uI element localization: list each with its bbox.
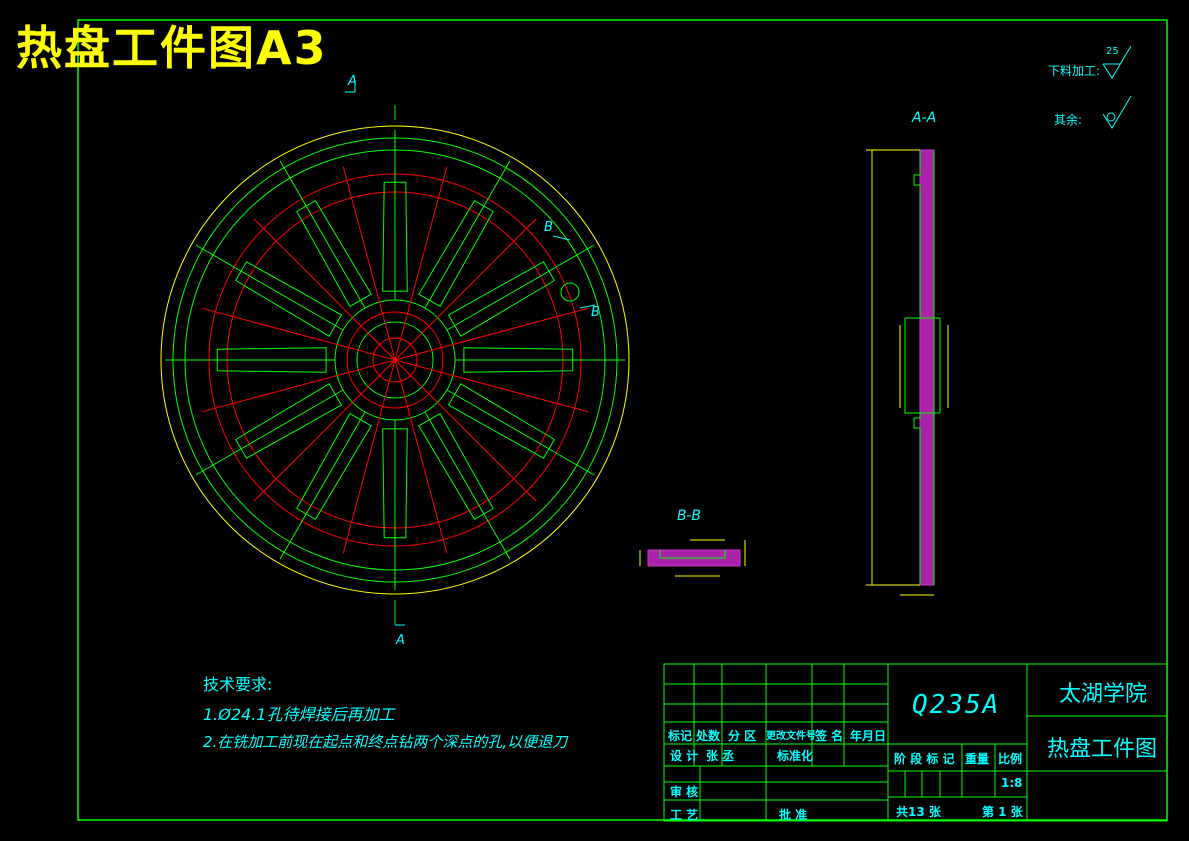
- process-label: 工 艺: [670, 808, 699, 822]
- roughness-blank-label: 下料加工:: [1048, 64, 1101, 78]
- section-aa-view: [866, 149, 949, 596]
- header-date-label: 年月日: [850, 729, 887, 743]
- header-count-label: 处数: [696, 729, 721, 743]
- center-ray: [342, 166, 396, 361]
- radial-line: [195, 244, 344, 331]
- roughness-blank-value: 25: [1106, 46, 1119, 57]
- drawing-canvas: [77, 19, 1168, 822]
- standard-label: 标准化: [777, 749, 814, 763]
- radial-line: [424, 160, 511, 309]
- radial-line: [195, 389, 344, 476]
- roughness-other-label: 其余:: [1054, 113, 1083, 127]
- radial-line: [279, 411, 366, 560]
- center-ray: [394, 307, 589, 361]
- design-label: 设 计: [670, 749, 699, 763]
- section-aa-title: A-A: [912, 110, 937, 126]
- scale-value: 1:8: [1001, 776, 1023, 790]
- school-name: 太湖学院: [1059, 682, 1148, 707]
- weight-label: 重量: [965, 752, 990, 766]
- section-bb-view: [639, 539, 746, 577]
- center-ray: [342, 359, 396, 554]
- center-ray: [201, 307, 396, 361]
- center-ray: [253, 218, 396, 361]
- radial-line: [424, 411, 511, 560]
- material-label: Q235A: [912, 690, 1001, 720]
- tech-notes-heading: 技术要求:: [203, 675, 273, 694]
- radial-line: [446, 244, 595, 331]
- section-a-top-mark: A: [348, 74, 357, 89]
- drawing-frame: [77, 19, 1168, 821]
- sheets-total: 共13 张: [896, 805, 941, 819]
- center-ray: [253, 359, 396, 502]
- center-ray: [394, 359, 448, 554]
- tech-note-1: 1.Ø24.1孔待焊接后再加工: [203, 705, 395, 724]
- approve-label: 批 准: [779, 808, 808, 822]
- header-zone-label: 分 区: [728, 729, 757, 743]
- radial-line: [446, 389, 595, 476]
- section-a-bottom-mark: A: [396, 633, 405, 648]
- center-ray: [201, 359, 396, 413]
- tech-note-2: 2.在铣加工前现在起点和终点钻两个深点的孔,以便退刀: [203, 733, 568, 751]
- stage-label: 阶 段 标 记: [894, 752, 955, 766]
- section-b-top-mark: B: [544, 220, 553, 235]
- designer-name: 张 丞: [706, 749, 735, 763]
- front-view: [160, 80, 630, 626]
- roughness-symbols: [1102, 45, 1132, 129]
- section-b-bottom-mark: B: [591, 305, 600, 320]
- center-ray: [394, 359, 589, 413]
- center-ray: [394, 218, 537, 361]
- sheet-title: 热盘工件图A3: [16, 21, 328, 75]
- section-bb-title: B-B: [677, 508, 702, 524]
- review-label: 审 核: [670, 785, 699, 799]
- center-ray: [394, 166, 448, 361]
- header-mark-label: 标记: [668, 729, 693, 743]
- center-ray: [394, 359, 537, 502]
- part-name: 热盘工件图: [1047, 737, 1158, 762]
- scale-label: 比例: [998, 752, 1023, 766]
- header-sign-label: 签 名: [815, 729, 844, 743]
- header-doc-label: 更改文件号: [766, 731, 816, 742]
- radial-line: [279, 160, 366, 309]
- sheet-number: 第 1 张: [982, 805, 1023, 819]
